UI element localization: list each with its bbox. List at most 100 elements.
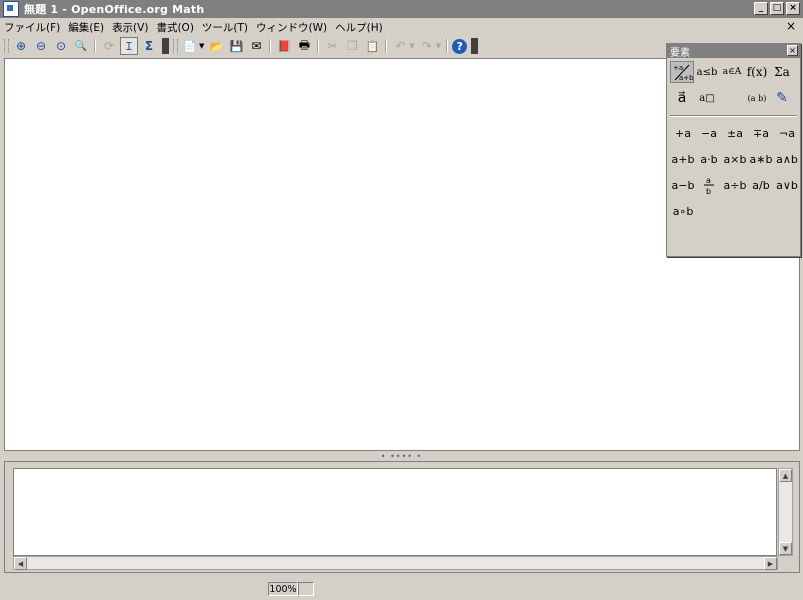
element-multiplication[interactable]: a∗b <box>748 149 774 169</box>
app-icon <box>3 1 19 17</box>
horizontal-scrollbar[interactable]: ◀ ▶ <box>13 556 778 570</box>
scroll-up-icon[interactable]: ▲ <box>779 469 792 482</box>
undo-dropdown-icon[interactable]: ▼ <box>409 42 414 50</box>
redo-dropdown-icon[interactable]: ▼ <box>436 42 441 50</box>
svg-text:b: b <box>706 187 711 195</box>
element-cross-product[interactable]: a×b <box>722 149 748 169</box>
status-cell-rest <box>314 582 800 596</box>
category-brackets[interactable]: (a b) <box>745 87 769 109</box>
minimize-button[interactable]: _ <box>754 2 768 15</box>
zoom-in-icon[interactable]: ⊕ <box>12 37 30 55</box>
element-boolean-and[interactable]: a∧b <box>774 149 800 169</box>
element-addition[interactable]: a+b <box>670 149 696 169</box>
vertical-scrollbar[interactable]: ▲ ▼ <box>778 468 793 556</box>
category-operators[interactable]: Σa <box>770 61 794 83</box>
svg-text:+a: +a <box>673 64 683 72</box>
elements-panel-title-text: 要素 <box>670 47 690 59</box>
new-document-icon[interactable]: 📄 <box>181 37 199 55</box>
category-relations[interactable]: a≤b <box>695 61 719 83</box>
element-dot-product[interactable]: a·b <box>696 149 722 169</box>
fraction-icon: a b <box>704 176 714 195</box>
toolbar-separator <box>269 39 272 53</box>
menu-window[interactable]: ウィンドウ(W) <box>252 20 331 35</box>
category-functions[interactable]: f(x) <box>745 61 769 83</box>
menu-file[interactable]: ファイル(F) <box>0 20 64 35</box>
element-subtraction[interactable]: a−b <box>670 175 696 195</box>
toolbar-separator <box>446 39 449 53</box>
window-controls: _ □ × <box>754 2 800 15</box>
export-pdf-icon[interactable]: 📕 <box>275 37 293 55</box>
toolbar-grip[interactable] <box>173 39 178 53</box>
symbols-icon[interactable]: Σ <box>140 37 158 55</box>
elements-panel: 要素 × +a a+b a≤b a∈A f(x) Σa a⃗ a□ (a b) … <box>666 43 801 257</box>
menu-view[interactable]: 表示(V) <box>108 20 152 35</box>
menu-tools[interactable]: ツール(T) <box>198 20 252 35</box>
close-button[interactable]: × <box>786 2 800 15</box>
status-cell <box>298 582 314 596</box>
svg-text:a: a <box>706 176 711 185</box>
toolbar-grip[interactable] <box>4 39 9 53</box>
zoom-fit-icon[interactable]: 🔍 <box>72 37 90 55</box>
copy-icon[interactable]: ❐ <box>343 37 361 55</box>
save-icon[interactable]: 💾 <box>227 37 245 55</box>
category-formats-icon[interactable]: ✎ <box>770 87 794 109</box>
menu-bar: ファイル(F) 編集(E) 表示(V) 書式(O) ツール(T) ウィンドウ(W… <box>0 18 803 36</box>
print-icon[interactable]: 🖶 <box>295 37 313 55</box>
toolbar-overflow-icon[interactable] <box>162 38 169 54</box>
title-bar: 無題 1 - OpenOffice.org Math _ □ × <box>0 0 803 18</box>
new-dropdown-icon[interactable]: ▼ <box>199 42 204 50</box>
formula-command-input[interactable] <box>13 468 777 556</box>
menu-edit[interactable]: 編集(E) <box>64 20 108 35</box>
element-fraction[interactable]: a b <box>696 175 722 195</box>
menu-format[interactable]: 書式(O) <box>152 20 197 35</box>
svg-text:a+b: a+b <box>679 74 693 82</box>
help-icon[interactable]: ? <box>452 38 468 54</box>
paste-icon[interactable]: 📋 <box>363 37 381 55</box>
element-not[interactable]: ¬a <box>774 123 800 143</box>
menu-help[interactable]: ヘルプ(H) <box>331 20 387 35</box>
scroll-left-icon[interactable]: ◀ <box>14 557 27 570</box>
panel-divider <box>670 115 797 117</box>
commands-pane: ▲ ▼ ◀ ▶ <box>4 461 800 573</box>
toolbar-separator <box>317 39 320 53</box>
undo-icon[interactable]: ↶ <box>391 37 409 55</box>
redo-icon[interactable]: ↷ <box>418 37 436 55</box>
pane-splitter[interactable]: • •••• • <box>0 451 803 461</box>
element-slash[interactable]: a/b <box>748 175 774 195</box>
category-grid: +a a+b a≤b a∈A f(x) Σa a⃗ a□ (a b) ✎ <box>667 58 800 109</box>
toolbar-overflow-icon[interactable] <box>471 38 479 54</box>
open-icon[interactable]: 📂 <box>207 37 225 55</box>
toolbar-separator <box>94 39 96 53</box>
element-negative[interactable]: −a <box>696 123 722 143</box>
document-close-icon[interactable]: × <box>786 19 796 33</box>
element-division[interactable]: a÷b <box>722 175 748 195</box>
elements-panel-title[interactable]: 要素 × <box>667 44 800 59</box>
category-empty <box>720 87 744 109</box>
unary-binary-icon: +a a+b <box>673 64 693 82</box>
element-plus-minus[interactable]: ±a <box>722 123 748 143</box>
element-grid: +a −a ±a ∓a ¬a a+b a·b a×b a∗b a∧b a−b a… <box>667 123 800 221</box>
category-attributes[interactable]: a⃗ <box>670 87 694 109</box>
status-bar: 100% <box>0 580 803 598</box>
category-set-operations[interactable]: a∈A <box>720 61 744 83</box>
window-title: 無題 1 - OpenOffice.org Math <box>24 3 205 16</box>
formula-cursor-icon[interactable]: Ｉ <box>120 37 138 55</box>
element-positive[interactable]: +a <box>670 123 696 143</box>
element-boolean-or[interactable]: a∨b <box>774 175 800 195</box>
maximize-button[interactable]: □ <box>770 2 784 15</box>
zoom-out-icon[interactable]: ⊖ <box>32 37 50 55</box>
zoom-level[interactable]: 100% <box>268 582 298 596</box>
toolbar-separator <box>385 39 388 53</box>
update-icon[interactable]: ⟳ <box>100 37 118 55</box>
element-minus-plus[interactable]: ∓a <box>748 123 774 143</box>
category-others[interactable]: a□ <box>695 87 719 109</box>
scroll-right-icon[interactable]: ▶ <box>764 557 777 570</box>
scroll-down-icon[interactable]: ▼ <box>779 542 792 555</box>
cut-icon[interactable]: ✂ <box>323 37 341 55</box>
zoom-100-icon[interactable]: ⊙ <box>52 37 70 55</box>
elements-panel-close-button[interactable]: × <box>787 45 798 56</box>
email-icon[interactable]: ✉ <box>247 37 265 55</box>
element-concatenate[interactable]: a∘b <box>670 201 696 221</box>
splitter-grip-icon: • •••• • <box>380 451 423 461</box>
category-unary-binary[interactable]: +a a+b <box>670 61 694 83</box>
